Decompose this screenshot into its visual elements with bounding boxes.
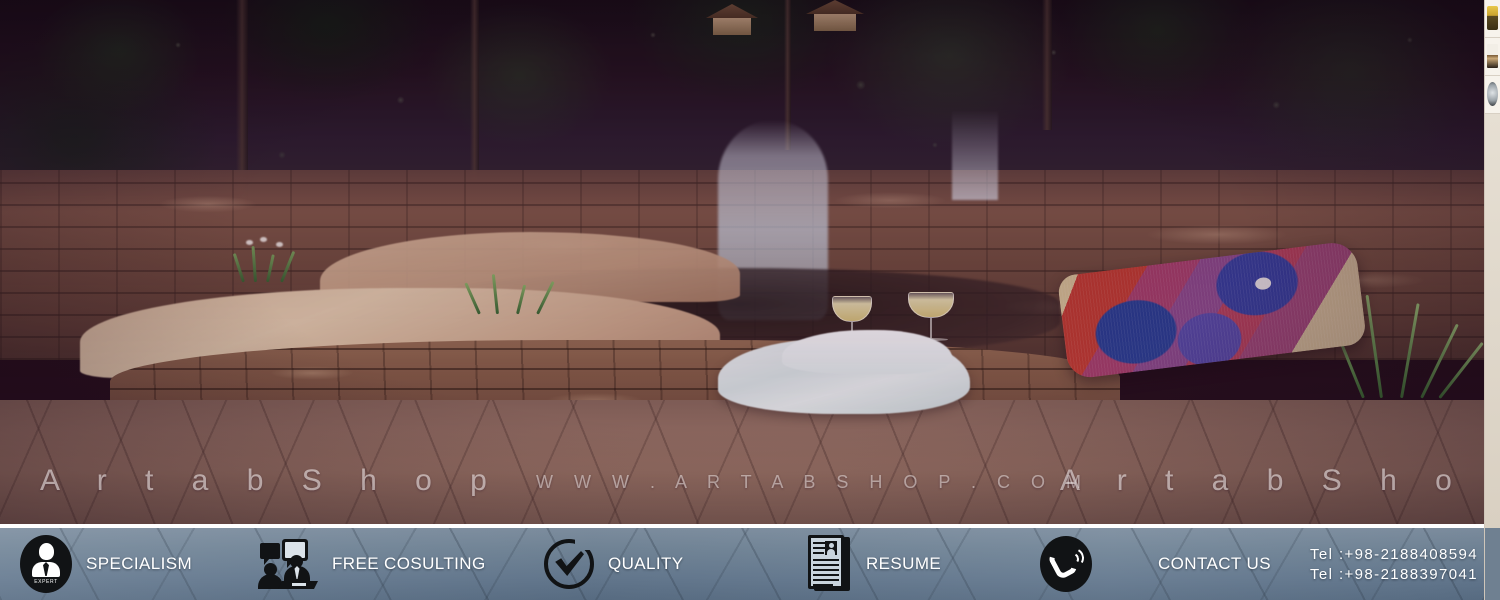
tree-trunk [470,0,479,180]
sidebar-filler [1485,114,1500,528]
resume-document-icon [808,535,852,593]
footer-feature-bar: EXPERT SPECIALISM FREE COSULTING QUALITY… [0,528,1484,600]
bird-feeder-icon [806,0,864,31]
feature-label-specialism: SPECIALISM [86,554,193,573]
bird-feeder-body [713,18,751,35]
feature-specialism[interactable]: EXPERT SPECIALISM [20,528,192,600]
bird-feeder-body [814,14,856,31]
bird-feeder-roof [706,4,758,18]
waterfall-upper [952,110,998,200]
feature-label-resume: RESUME [866,554,942,573]
page-root: A r t a b S h o p W W W . A R T A B S H … [0,0,1500,600]
wine-glass-bowl [832,296,872,322]
feature-label-quality: QUALITY [608,554,684,573]
right-sidebar-strip[interactable] [1484,0,1500,600]
checkmark-circle-icon [544,539,594,589]
bird-feeder-icon [706,4,758,35]
contact-phone-numbers[interactable]: Tel :+98-2188408594 Tel :+98-2188397041 [1310,528,1478,600]
feature-resume[interactable]: RESUME [808,528,941,600]
expert-badge-icon: EXPERT [20,535,72,593]
wine-glass-bowl [908,292,954,318]
expert-badge-text: EXPERT [34,579,58,585]
feature-label-free-consulting: FREE COSULTING [332,554,486,573]
tree-trunk [1042,0,1052,130]
product-thumb-bench[interactable] [1485,38,1500,76]
planting-flowers-left [232,237,306,283]
resume-front-page [808,535,844,589]
resume-page-face [811,538,841,586]
bird-feeder-roof [806,0,864,14]
white-towel-fold [782,330,952,374]
planting-ornamental-grass-right [1329,278,1484,399]
expert-torso [32,562,60,577]
speech-bubble-small [260,543,280,565]
feature-free-consulting[interactable]: FREE COSULTING [258,528,486,600]
phone-number-primary: Tel :+98-2188408594 [1310,545,1478,563]
hero-banner-image[interactable]: A r t a b S h o p W W W . A R T A B S H … [0,0,1484,528]
phone-call-icon [1040,536,1092,592]
consulting-desk [278,581,318,589]
phone-number-secondary: Tel :+98-2188397041 [1310,565,1478,583]
feature-quality[interactable]: QUALITY [544,528,684,600]
feature-contact-us[interactable]: CONTACT US [1040,528,1271,600]
patio-joint-lines [0,400,1484,528]
product-thumb-lantern[interactable] [1485,0,1500,38]
feature-label-contact-us: CONTACT US [1158,554,1271,573]
consulting-people-icon [258,539,318,589]
person-body-back [284,566,310,582]
expert-head [38,543,54,560]
sidebar-footer-fill [1485,528,1500,600]
product-thumb-sphere[interactable] [1485,76,1500,114]
wine-glass-stem [930,318,932,338]
planting-pond-edge [464,264,580,315]
